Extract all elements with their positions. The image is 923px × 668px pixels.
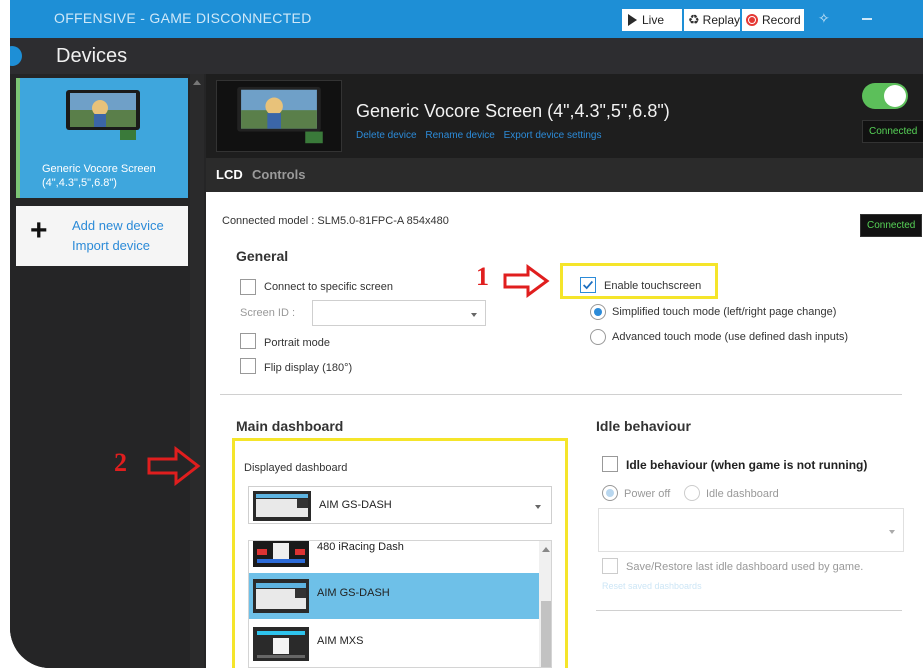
live-button[interactable]: Live (622, 9, 682, 31)
device-actions: Delete device Rename device Export devic… (356, 130, 607, 141)
sidebar-scrollbar[interactable] (190, 74, 204, 668)
record-button[interactable]: Record (742, 9, 804, 31)
flip-display-label: Flip display (180°) (264, 362, 353, 374)
screen-id-select[interactable] (312, 300, 486, 326)
annotation-arrow-1-icon (503, 264, 550, 298)
title-bar: OFFENSIVE - GAME DISCONNECTED Live ♻ Rep… (10, 0, 923, 38)
device-status-badge: Connected (862, 120, 923, 143)
aim-gs-dash-thumb-icon (253, 579, 309, 613)
delete-device-link[interactable]: Delete device (356, 130, 417, 141)
advanced-touch-label: Advanced touch mode (use defined dash in… (612, 331, 849, 343)
connect-specific-checkbox[interactable] (240, 279, 256, 295)
list-scrollbar[interactable] (539, 541, 551, 667)
tab-controls[interactable]: Controls (252, 167, 305, 182)
pin-icon[interactable]: ✧ (818, 10, 830, 27)
displayed-dashboard-label: Displayed dashboard (244, 462, 348, 474)
enable-touchscreen-label: Enable touchscreen (604, 280, 702, 292)
dashboard-dropdown-list[interactable]: 480 iRacing Dash AIM GS-DASH AIM MXS (248, 540, 552, 668)
rename-device-link[interactable]: Rename device (425, 130, 494, 141)
section-divider (220, 394, 902, 395)
replay-label: Replay (702, 13, 741, 27)
enable-touchscreen-checkbox[interactable] (580, 277, 596, 293)
aim-gs-dash-thumb-icon (253, 491, 311, 521)
page-title: Devices (56, 45, 128, 67)
list-item-selected[interactable]: AIM GS-DASH (249, 573, 539, 619)
save-restore-label: Save/Restore last idle dashboard used by… (626, 561, 864, 573)
devices-header: Devices (10, 38, 923, 74)
idle-divider (596, 610, 902, 611)
advanced-touch-radio[interactable] (590, 329, 606, 345)
app-window: OFFENSIVE - GAME DISCONNECTED Live ♻ Rep… (10, 0, 923, 668)
tab-lcd[interactable]: LCD (216, 167, 243, 182)
power-off-label: Power off (624, 488, 671, 500)
scroll-up-icon[interactable] (193, 80, 201, 85)
device-card-selected[interactable]: Generic Vocore Screen (4",4.3",5",6.8") (16, 78, 188, 198)
replay-button[interactable]: ♻ Replay (684, 9, 740, 31)
device-preview (216, 80, 342, 152)
plus-icon: + (30, 214, 48, 247)
record-icon (746, 14, 758, 26)
record-label: Record (762, 13, 801, 27)
play-icon (628, 14, 637, 26)
annotation-number-1: 1 (476, 262, 489, 291)
annotation-number-2: 2 (114, 448, 127, 477)
idle-behaviour-label: Idle behaviour (when game is not running… (626, 458, 868, 472)
add-device-card: + Add new device Import device (16, 206, 188, 266)
device-enabled-toggle[interactable] (862, 83, 908, 109)
idle-dashboard-select[interactable] (598, 508, 904, 552)
list-item[interactable]: 480 iRacing Dash (249, 541, 539, 573)
aim-mxs-thumb-icon (253, 627, 309, 661)
device-header-panel: Generic Vocore Screen (4",4.3",5",6.8") … (206, 74, 923, 158)
chevron-down-icon (889, 530, 895, 534)
connected-model: Connected model : SLM5.0-81FPC-A 854x480 (222, 215, 449, 227)
iracing-dash-thumb-icon (253, 541, 309, 567)
add-new-device-link[interactable]: Add new device (72, 218, 164, 233)
list-item[interactable]: AIM MXS (249, 621, 539, 667)
idle-behaviour-checkbox[interactable] (602, 456, 618, 472)
settings-tabs: LCD Controls (206, 158, 923, 192)
general-heading: General (236, 248, 289, 264)
reset-saved-dashboards-link[interactable]: Reset saved dashboards (602, 581, 702, 591)
portrait-mode-checkbox[interactable] (240, 333, 256, 349)
lcd-settings: Connected model : SLM5.0-81FPC-A 854x480… (114, 192, 923, 668)
idle-dashboard-label: Idle dashboard (706, 488, 779, 500)
chevron-down-icon (535, 505, 541, 509)
window-title: OFFENSIVE - GAME DISCONNECTED (54, 10, 312, 26)
device-thumbnail-icon (66, 90, 140, 140)
connect-specific-label: Connect to specific screen (264, 281, 394, 293)
scroll-thumb[interactable] (541, 601, 551, 667)
screen-id-label: Screen ID : (240, 307, 296, 319)
device-preview-icon (237, 86, 323, 144)
dashboard-option-label: AIM MXS (317, 635, 364, 647)
power-off-radio[interactable] (602, 485, 618, 501)
import-device-link[interactable]: Import device (72, 238, 150, 253)
minimize-icon[interactable] (862, 18, 872, 20)
flip-display-checkbox[interactable] (240, 358, 256, 374)
save-restore-checkbox[interactable] (602, 558, 618, 574)
idle-behaviour-heading: Idle behaviour (596, 418, 691, 434)
device-sidebar: Generic Vocore Screen (4",4.3",5",6.8") … (10, 74, 206, 668)
main-dashboard-heading: Main dashboard (236, 418, 344, 434)
idle-dashboard-radio[interactable] (684, 485, 700, 501)
lcd-status-badge: Connected (860, 214, 923, 237)
replay-icon: ♻ (688, 12, 700, 27)
annotation-arrow-2-icon (147, 446, 201, 486)
app-logo-icon (10, 46, 22, 66)
live-label: Live (642, 13, 665, 27)
scroll-up-icon[interactable] (542, 547, 550, 552)
export-device-settings-link[interactable]: Export device settings (504, 130, 602, 141)
checkmark-icon (583, 280, 594, 290)
dashboard-option-label: AIM GS-DASH (317, 587, 390, 599)
dashboard-select-value: AIM GS-DASH (319, 499, 392, 511)
device-card-name: Generic Vocore Screen (4",4.3",5",6.8") (42, 163, 156, 189)
dashboard-select[interactable]: AIM GS-DASH (248, 486, 552, 524)
dashboard-option-label: 480 iRacing Dash (317, 541, 404, 553)
device-title: Generic Vocore Screen (4",4.3",5",6.8") (356, 101, 670, 121)
portrait-mode-label: Portrait mode (264, 337, 331, 349)
chevron-down-icon (471, 313, 477, 317)
simplified-touch-label: Simplified touch mode (left/right page c… (612, 306, 837, 318)
simplified-touch-radio[interactable] (590, 304, 606, 320)
